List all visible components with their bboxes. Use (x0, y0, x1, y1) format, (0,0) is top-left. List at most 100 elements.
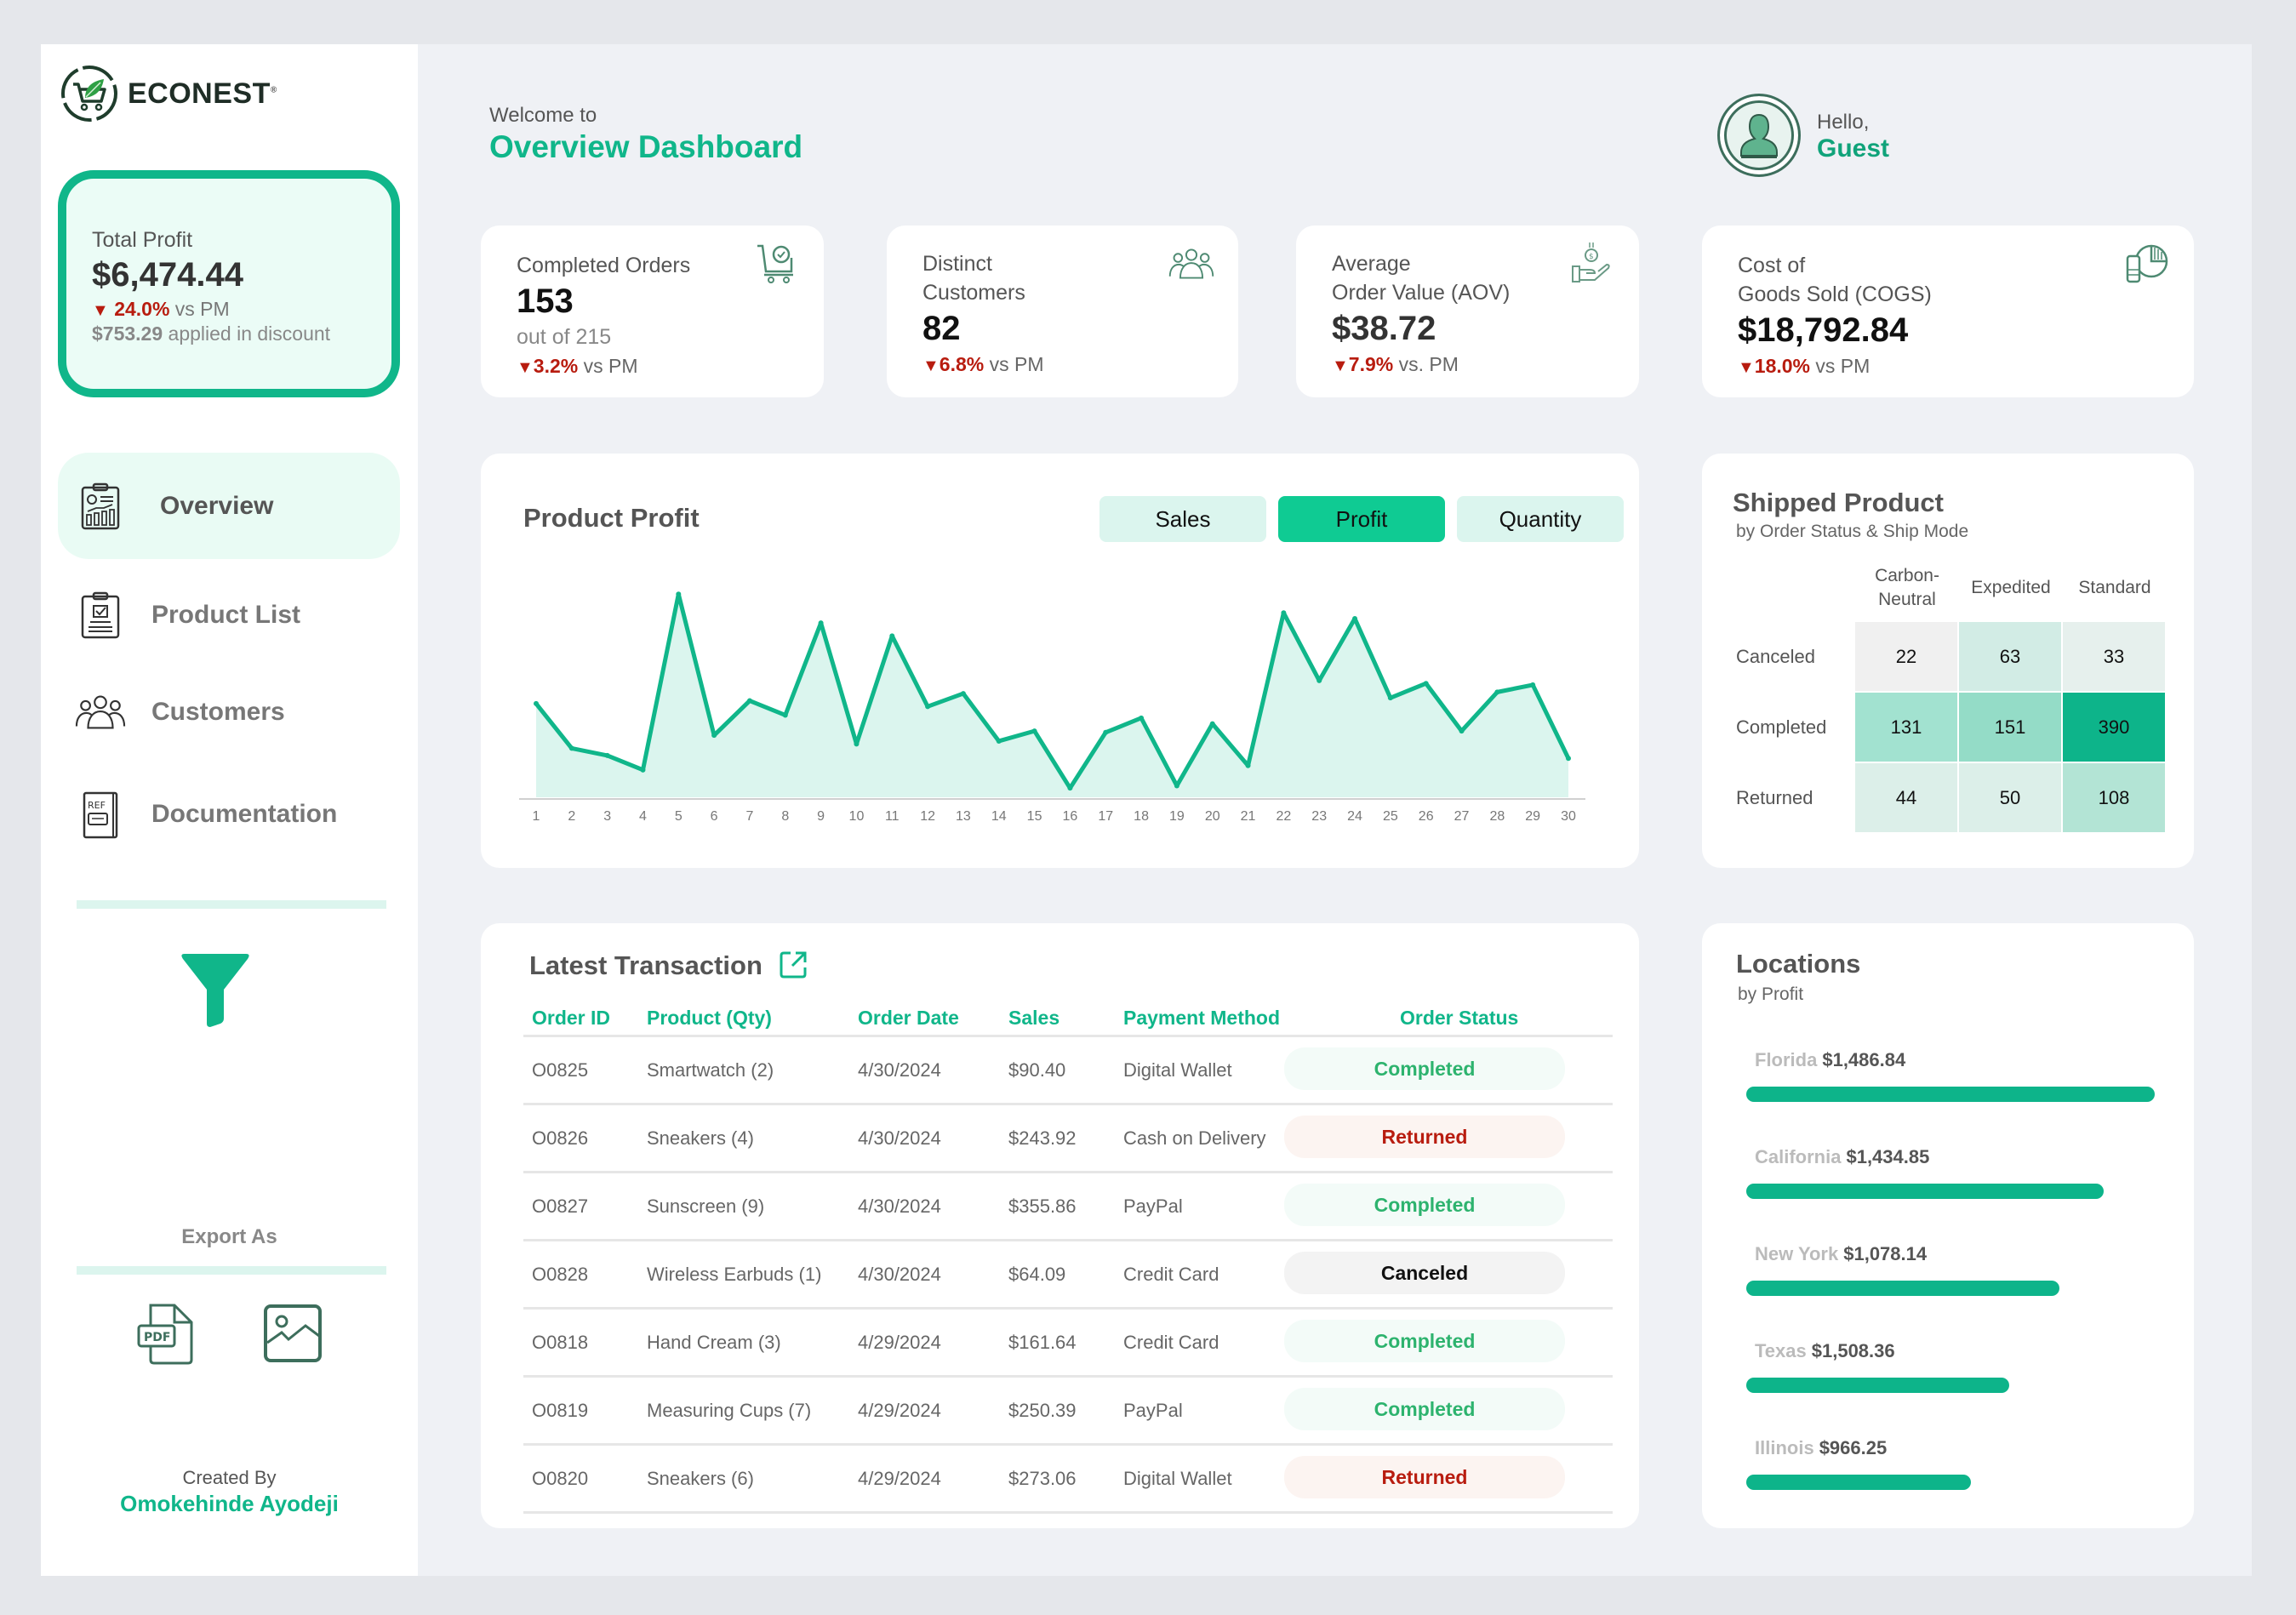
table-row[interactable]: O0818 Hand Cream (3) 4/29/2024 $161.64 Credi… (523, 1310, 1613, 1378)
profit-data-point[interactable] (1174, 783, 1179, 789)
profit-data-point[interactable] (1494, 689, 1500, 695)
x-tick-label: 7 (745, 809, 754, 824)
profit-data-point[interactable] (1387, 695, 1393, 701)
heatmap-cell[interactable]: 33 (2063, 622, 2165, 691)
x-tick-label: 13 (956, 809, 971, 824)
hand-coin-icon: $ (1572, 243, 1610, 282)
profit-data-point[interactable] (1139, 715, 1145, 721)
table-row[interactable]: O0828 Wireless Earbuds (1) 4/30/2024 $64.09… (523, 1241, 1613, 1310)
users-group-icon (75, 687, 126, 738)
profit-data-point[interactable] (711, 733, 717, 739)
location-item[interactable]: Illinois $966.25 (1746, 1437, 2172, 1490)
x-tick-label: 2 (568, 809, 576, 824)
profit-data-point[interactable] (854, 741, 860, 747)
cell-sales: $243.92 (1008, 1127, 1077, 1149)
funnel-icon[interactable] (180, 950, 251, 1027)
profit-data-point[interactable] (1316, 677, 1322, 683)
heatmap-cell[interactable]: 131 (1855, 693, 1957, 762)
heatmap-cell[interactable]: 151 (1959, 693, 2061, 762)
total-profit-card: Total Profit $6,474.44 ▼ 24.0% vs PM $75… (58, 170, 400, 397)
table-row[interactable]: O0826 Sneakers (4) 4/30/2024 $243.92 Cash on… (523, 1105, 1613, 1173)
profit-data-point[interactable] (640, 767, 646, 773)
table-row[interactable]: O0827 Sunscreen (9) 4/30/2024 $355.86 PayPal… (523, 1173, 1613, 1241)
x-tick-label: 23 (1311, 809, 1328, 824)
export-options: PDF (41, 1304, 418, 1365)
heatmap-cell[interactable]: 63 (1959, 622, 2061, 691)
avatar[interactable] (1717, 94, 1801, 177)
profit-data-point[interactable] (1352, 616, 1358, 622)
export-pdf-icon[interactable]: PDF (137, 1304, 195, 1365)
profit-data-point[interactable] (1566, 756, 1571, 762)
location-bar-track (1746, 1087, 2155, 1102)
profit-data-point[interactable] (1530, 682, 1536, 688)
x-tick-label: 5 (674, 809, 683, 824)
table-row[interactable]: O0820 Sneakers (6) 4/29/2024 $273.06 Digital… (523, 1446, 1613, 1514)
location-item[interactable]: Texas $1,508.36 (1746, 1340, 2172, 1393)
table-row[interactable]: O0819 Measuring Cups (7) 4/29/2024 $250.39 P… (523, 1378, 1613, 1446)
sidebar-item-product-list[interactable]: Product List (58, 562, 400, 668)
profit-data-point[interactable] (889, 633, 895, 639)
cell-product: Sneakers (6) (647, 1468, 754, 1489)
profit-data-point[interactable] (925, 704, 931, 710)
sidebar-item-overview[interactable]: Overview (58, 453, 400, 559)
location-item[interactable]: New York $1,078.14 (1746, 1243, 2172, 1296)
status-badge: Returned (1284, 1116, 1565, 1158)
sidebar-item-customers[interactable]: Customers (58, 659, 400, 765)
profit-data-point[interactable] (746, 698, 752, 704)
heatmap-cell[interactable]: 390 (2063, 693, 2165, 762)
pie-coins-icon (2126, 244, 2168, 283)
x-tick-label: 11 (884, 809, 900, 824)
column-header-line: Neutral (1878, 590, 1936, 609)
profit-data-point[interactable] (676, 591, 682, 597)
down-triangle-icon: ▼ (1332, 357, 1349, 375)
x-tick-label: 10 (848, 809, 865, 824)
kpi-change: ▼3.2% vs PM (517, 355, 638, 377)
heatmap-cell[interactable]: 22 (1855, 622, 1957, 691)
profit-data-point[interactable] (534, 700, 539, 706)
profit-data-point[interactable] (1281, 610, 1287, 616)
heatmap-cell[interactable]: 108 (2063, 763, 2165, 832)
cell-date: 4/30/2024 (858, 1127, 941, 1149)
location-name: California (1755, 1146, 1842, 1167)
location-bar (1746, 1475, 1972, 1490)
x-tick-label: 19 (1168, 809, 1185, 824)
locations-card: Locations by Profit Florida $1,486.84 Cali… (1702, 923, 2194, 1528)
column-header-line: Carbon- (1875, 566, 1939, 585)
heatmap-cell[interactable]: 44 (1855, 763, 1957, 832)
profit-data-point[interactable] (568, 745, 574, 751)
table-row[interactable]: O0825 Smartwatch (2) 4/30/2024 $90.40 Digita… (523, 1037, 1613, 1105)
profit-data-point[interactable] (1423, 681, 1429, 687)
heatmap-subtitle: by Order Status & Ship Mode (1736, 522, 1969, 541)
profit-data-point[interactable] (1103, 729, 1109, 735)
profit-data-point[interactable] (1031, 728, 1037, 734)
location-item[interactable]: California $1,434.85 (1746, 1146, 2172, 1199)
profit-data-point[interactable] (960, 691, 966, 697)
column-header-line: Expedited (1971, 578, 2051, 597)
shipped-product-card: Shipped Product by Order Status & Ship M… (1702, 454, 2194, 868)
external-link-icon[interactable] (779, 950, 808, 979)
heatmap-cell[interactable]: 50 (1959, 763, 2061, 832)
report-clipboard-icon (75, 481, 126, 532)
profit-data-point[interactable] (604, 752, 610, 758)
sidebar-item-documentation[interactable]: REF Documentation (58, 761, 400, 867)
location-bar (1746, 1087, 2155, 1102)
col-order-id: Order ID (532, 1007, 611, 1029)
profit-data-point[interactable] (996, 738, 1002, 744)
profit-data-point[interactable] (1245, 762, 1251, 768)
profit-data-point[interactable] (1209, 721, 1215, 727)
sidebar-item-label: Documentation (151, 799, 338, 828)
export-image-icon[interactable] (263, 1304, 323, 1363)
cell-payment: Digital Wallet (1123, 1468, 1232, 1489)
location-item[interactable]: Florida $1,486.84 (1746, 1049, 2172, 1102)
profit-data-point[interactable] (1459, 728, 1465, 734)
location-header: New York $1,078.14 (1746, 1243, 2172, 1265)
profit-data-point[interactable] (782, 712, 788, 718)
x-tick-label: 30 (1561, 809, 1576, 824)
export-divider (77, 1266, 386, 1275)
welcome-text: Welcome to (489, 104, 597, 127)
profit-data-point[interactable] (1067, 785, 1073, 791)
brand-logo[interactable]: ECONEST® (60, 64, 277, 123)
heatmap-column-header: Standard (2063, 576, 2167, 600)
cell-date: 4/29/2024 (858, 1332, 941, 1353)
profit-data-point[interactable] (818, 620, 824, 626)
